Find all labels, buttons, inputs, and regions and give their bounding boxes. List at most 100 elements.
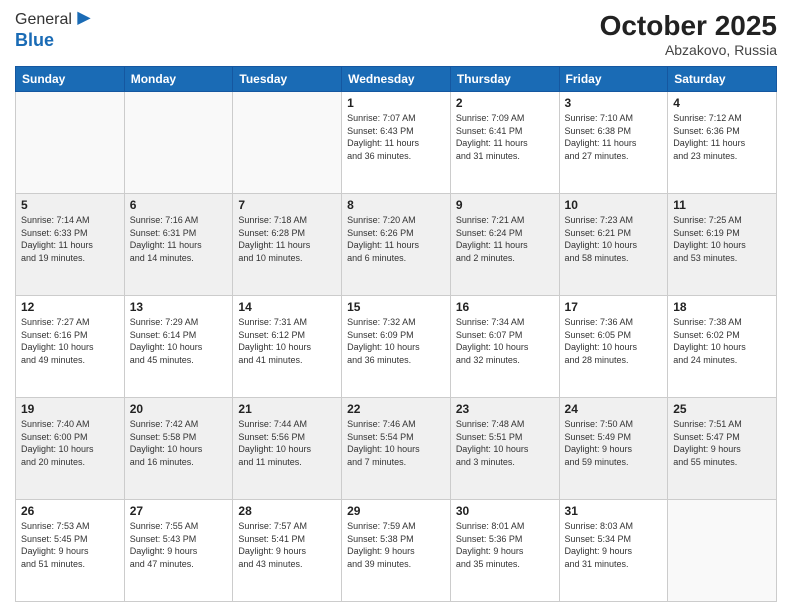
week-row-5: 26 Sunrise: 7:53 AM Sunset: 5:45 PM Dayli…: [16, 500, 777, 602]
day-info: Sunrise: 7:40 AM Sunset: 6:00 PM Dayligh…: [21, 418, 119, 468]
day-number: 31: [565, 504, 663, 518]
day-number: 10: [565, 198, 663, 212]
calendar-cell: 14 Sunrise: 7:31 AM Sunset: 6:12 PM Dayli…: [233, 296, 342, 398]
day-number: 21: [238, 402, 336, 416]
day-number: 27: [130, 504, 228, 518]
calendar-cell: 19Sunrise: 7:40 AM Sunset: 6:00 PM Dayli…: [16, 398, 125, 500]
calendar-header: General Blue October 2025 Abzakovo, Russ…: [15, 10, 777, 58]
day-number: 29: [347, 504, 445, 518]
calendar-cell: 2 Sunrise: 7:09 AM Sunset: 6:41 PM Daylig…: [450, 92, 559, 194]
day-info: Sunrise: 7:25 AM Sunset: 6:19 PM Dayligh…: [673, 214, 771, 264]
calendar-cell: [668, 500, 777, 602]
day-info: Sunrise: 7:48 AM Sunset: 5:51 PM Dayligh…: [456, 418, 554, 468]
calendar-header-row: SundayMondayTuesdayWednesdayThursdayFrid…: [16, 67, 777, 92]
calendar-cell: 15Sunrise: 7:32 AM Sunset: 6:09 PM Dayli…: [342, 296, 451, 398]
calendar-table: SundayMondayTuesdayWednesdayThursdayFrid…: [15, 66, 777, 602]
day-number: 17: [565, 300, 663, 314]
logo-general: General: [15, 11, 72, 29]
header-monday: Monday: [124, 67, 233, 92]
day-number: 7: [238, 198, 336, 212]
day-number: 11: [673, 198, 771, 212]
day-number: 6: [130, 198, 228, 212]
day-info: Sunrise: 7:44 AM Sunset: 5:56 PM Dayligh…: [238, 418, 336, 468]
calendar-cell: 8 Sunrise: 7:20 AM Sunset: 6:26 PM Daylig…: [342, 194, 451, 296]
calendar-cell: 3Sunrise: 7:10 AM Sunset: 6:38 PM Daylig…: [559, 92, 668, 194]
calendar-cell: 10Sunrise: 7:23 AM Sunset: 6:21 PM Dayli…: [559, 194, 668, 296]
calendar-cell: 13 Sunrise: 7:29 AM Sunset: 6:14 PM Dayli…: [124, 296, 233, 398]
day-info: Sunrise: 7:53 AM Sunset: 5:45 PM Dayligh…: [21, 520, 119, 570]
calendar-cell: 6 Sunrise: 7:16 AM Sunset: 6:31 PM Daylig…: [124, 194, 233, 296]
day-number: 9: [456, 198, 554, 212]
calendar-cell: 24 Sunrise: 7:50 AM Sunset: 5:49 PM Dayli…: [559, 398, 668, 500]
calendar-cell: 27 Sunrise: 7:55 AM Sunset: 5:43 PM Dayli…: [124, 500, 233, 602]
day-number: 24: [565, 402, 663, 416]
week-row-3: 12Sunrise: 7:27 AM Sunset: 6:16 PM Dayli…: [16, 296, 777, 398]
calendar-cell: 25Sunrise: 7:51 AM Sunset: 5:47 PM Dayli…: [668, 398, 777, 500]
day-number: 25: [673, 402, 771, 416]
day-info: Sunrise: 7:16 AM Sunset: 6:31 PM Dayligh…: [130, 214, 228, 264]
day-number: 22: [347, 402, 445, 416]
day-number: 28: [238, 504, 336, 518]
title-block: October 2025 Abzakovo, Russia: [600, 10, 777, 58]
calendar-cell: 17 Sunrise: 7:36 AM Sunset: 6:05 PM Dayli…: [559, 296, 668, 398]
calendar-cell: 9 Sunrise: 7:21 AM Sunset: 6:24 PM Daylig…: [450, 194, 559, 296]
day-info: Sunrise: 7:57 AM Sunset: 5:41 PM Dayligh…: [238, 520, 336, 570]
calendar-cell: 31 Sunrise: 8:03 AM Sunset: 5:34 PM Dayli…: [559, 500, 668, 602]
day-number: 18: [673, 300, 771, 314]
day-number: 2: [456, 96, 554, 110]
calendar-cell: 12Sunrise: 7:27 AM Sunset: 6:16 PM Dayli…: [16, 296, 125, 398]
day-info: Sunrise: 7:36 AM Sunset: 6:05 PM Dayligh…: [565, 316, 663, 366]
logo-flag-icon: [74, 10, 94, 30]
day-info: Sunrise: 7:55 AM Sunset: 5:43 PM Dayligh…: [130, 520, 228, 570]
day-info: Sunrise: 7:32 AM Sunset: 6:09 PM Dayligh…: [347, 316, 445, 366]
header-saturday: Saturday: [668, 67, 777, 92]
logo: General Blue: [15, 10, 94, 51]
day-info: Sunrise: 7:50 AM Sunset: 5:49 PM Dayligh…: [565, 418, 663, 468]
day-number: 30: [456, 504, 554, 518]
day-number: 3: [565, 96, 663, 110]
calendar-cell: 1 Sunrise: 7:07 AM Sunset: 6:43 PM Daylig…: [342, 92, 451, 194]
day-info: Sunrise: 7:31 AM Sunset: 6:12 PM Dayligh…: [238, 316, 336, 366]
day-number: 8: [347, 198, 445, 212]
day-info: Sunrise: 7:14 AM Sunset: 6:33 PM Dayligh…: [21, 214, 119, 264]
week-row-2: 5 Sunrise: 7:14 AM Sunset: 6:33 PM Daylig…: [16, 194, 777, 296]
day-number: 5: [21, 198, 119, 212]
day-number: 16: [456, 300, 554, 314]
calendar-cell: 28 Sunrise: 7:57 AM Sunset: 5:41 PM Dayli…: [233, 500, 342, 602]
day-info: Sunrise: 8:01 AM Sunset: 5:36 PM Dayligh…: [456, 520, 554, 570]
day-info: Sunrise: 7:20 AM Sunset: 6:26 PM Dayligh…: [347, 214, 445, 264]
day-info: Sunrise: 7:29 AM Sunset: 6:14 PM Dayligh…: [130, 316, 228, 366]
header-wednesday: Wednesday: [342, 67, 451, 92]
calendar-cell: [16, 92, 125, 194]
day-number: 26: [21, 504, 119, 518]
week-row-1: 1 Sunrise: 7:07 AM Sunset: 6:43 PM Daylig…: [16, 92, 777, 194]
day-number: 23: [456, 402, 554, 416]
day-number: 14: [238, 300, 336, 314]
header-sunday: Sunday: [16, 67, 125, 92]
day-info: Sunrise: 7:18 AM Sunset: 6:28 PM Dayligh…: [238, 214, 336, 264]
day-info: Sunrise: 7:21 AM Sunset: 6:24 PM Dayligh…: [456, 214, 554, 264]
calendar-cell: 7 Sunrise: 7:18 AM Sunset: 6:28 PM Daylig…: [233, 194, 342, 296]
day-info: Sunrise: 7:07 AM Sunset: 6:43 PM Dayligh…: [347, 112, 445, 162]
calendar-cell: 29 Sunrise: 7:59 AM Sunset: 5:38 PM Dayli…: [342, 500, 451, 602]
day-number: 4: [673, 96, 771, 110]
day-info: Sunrise: 7:59 AM Sunset: 5:38 PM Dayligh…: [347, 520, 445, 570]
calendar-cell: 20Sunrise: 7:42 AM Sunset: 5:58 PM Dayli…: [124, 398, 233, 500]
day-info: Sunrise: 7:09 AM Sunset: 6:41 PM Dayligh…: [456, 112, 554, 162]
day-info: Sunrise: 8:03 AM Sunset: 5:34 PM Dayligh…: [565, 520, 663, 570]
month-title: October 2025: [600, 10, 777, 42]
calendar-cell: 16 Sunrise: 7:34 AM Sunset: 6:07 PM Dayli…: [450, 296, 559, 398]
day-number: 20: [130, 402, 228, 416]
day-info: Sunrise: 7:38 AM Sunset: 6:02 PM Dayligh…: [673, 316, 771, 366]
calendar-cell: 5 Sunrise: 7:14 AM Sunset: 6:33 PM Daylig…: [16, 194, 125, 296]
calendar-cell: 11 Sunrise: 7:25 AM Sunset: 6:19 PM Dayli…: [668, 194, 777, 296]
calendar-cell: 18 Sunrise: 7:38 AM Sunset: 6:02 PM Dayli…: [668, 296, 777, 398]
day-info: Sunrise: 7:34 AM Sunset: 6:07 PM Dayligh…: [456, 316, 554, 366]
day-number: 1: [347, 96, 445, 110]
day-info: Sunrise: 7:46 AM Sunset: 5:54 PM Dayligh…: [347, 418, 445, 468]
location: Abzakovo, Russia: [600, 42, 777, 58]
calendar-cell: 22 Sunrise: 7:46 AM Sunset: 5:54 PM Dayli…: [342, 398, 451, 500]
header-tuesday: Tuesday: [233, 67, 342, 92]
day-number: 12: [21, 300, 119, 314]
day-number: 13: [130, 300, 228, 314]
